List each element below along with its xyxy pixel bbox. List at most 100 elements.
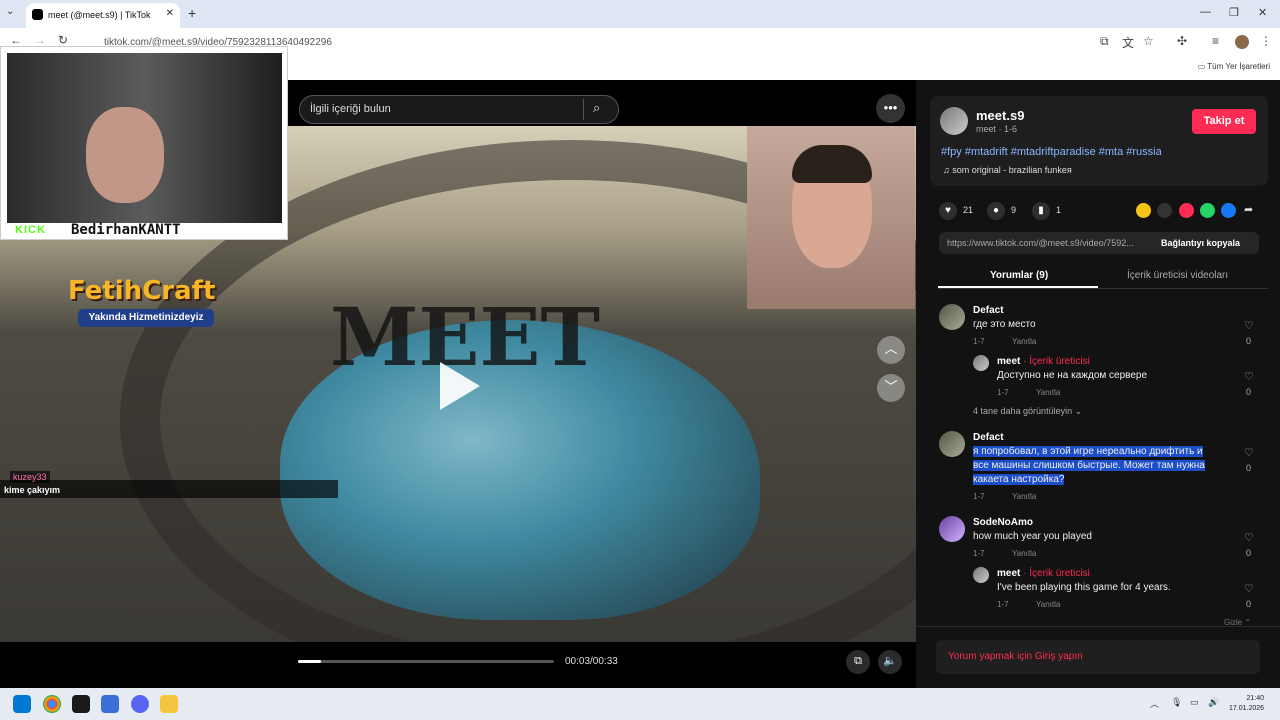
cast-icon[interactable]: ⧉ — [1100, 34, 1109, 49]
commenter-avatar[interactable] — [939, 431, 965, 457]
new-tab-button[interactable]: + — [188, 5, 196, 21]
progress-track[interactable] — [298, 660, 554, 663]
creator-hair — [792, 145, 872, 183]
speaker-icon[interactable]: 🔊 — [1208, 697, 1219, 708]
tab-comments[interactable]: Yorumlar (9) — [990, 270, 1048, 281]
whatsapp-icon[interactable] — [1200, 203, 1215, 218]
forward-icon[interactable]: → — [34, 33, 46, 47]
extensions-icon[interactable]: ✣ — [1177, 34, 1187, 48]
follow-button[interactable]: Takip et — [1192, 109, 1256, 134]
tray-chevron-icon[interactable]: ︿ — [1150, 697, 1159, 710]
reply-button[interactable]: Yanıtla — [1036, 388, 1060, 397]
hashtags[interactable]: #fpy #mtadrift #mtadriftparadise #mta #r… — [941, 146, 1162, 158]
login-to-comment[interactable]: Yorum yapmak için Giriş yapın — [948, 651, 1083, 662]
video-controls — [0, 642, 916, 688]
microphone-icon[interactable]: 🎙 — [1171, 697, 1182, 708]
streamer-webcam-overlay: KICK BedirhanKANTT — [0, 46, 288, 240]
chat-username: kuzey33 — [10, 471, 50, 483]
app-icon[interactable] — [101, 695, 119, 713]
bookmarks-folder-label: Tüm Yer İşaretleri — [1207, 62, 1270, 71]
profile-avatar[interactable] — [1235, 35, 1249, 49]
save-count: 1 — [1056, 205, 1062, 215]
search-icon[interactable]: ⌕ — [593, 100, 600, 116]
reply-avatar[interactable] — [973, 355, 989, 371]
author-name[interactable]: meet.s9 — [976, 108, 1024, 123]
tab-list-chevron-icon[interactable]: ⌄ — [6, 6, 14, 17]
reply-username[interactable]: meet · İçerik üreticisi — [997, 356, 1090, 367]
all-bookmarks-folder[interactable]: ▭ Tüm Yer İşaretleri — [1198, 62, 1270, 71]
more-options-button[interactable]: ••• — [876, 94, 905, 123]
start-windows-icon[interactable] — [13, 695, 31, 713]
search-input[interactable]: İlgili içeriği bulun — [299, 95, 619, 124]
comment-like-heart-icon[interactable]: ♡ — [1244, 531, 1254, 544]
reply-button[interactable]: Yanıtla — [1012, 337, 1036, 346]
commenter-avatar[interactable] — [939, 304, 965, 330]
close-window-icon[interactable]: ✕ — [1258, 6, 1267, 19]
chrome-icon[interactable] — [43, 695, 61, 713]
previous-video-chevron-up-icon[interactable]: ︿ — [877, 336, 905, 364]
bookmark-icon[interactable]: ▮ — [1032, 202, 1050, 220]
next-video-chevron-down-icon[interactable]: ﹀ — [877, 374, 905, 402]
author-avatar[interactable] — [940, 107, 968, 135]
streamer-name: BedirhanKANTT — [71, 222, 181, 238]
kick-logo: KICK — [15, 224, 46, 236]
kick-app-icon[interactable] — [72, 695, 90, 713]
embed-icon[interactable] — [1157, 203, 1172, 218]
reply-button[interactable]: Yanıtla — [1012, 549, 1036, 558]
reply-date: 1-7 — [997, 388, 1009, 397]
comment-username[interactable]: Defact — [973, 432, 1004, 443]
copy-link-button[interactable]: Bağlantıyı kopyala — [1161, 238, 1240, 248]
reply-avatar[interactable] — [973, 567, 989, 583]
discord-icon[interactable] — [131, 695, 149, 713]
comment-date: 1-7 — [973, 492, 985, 501]
reply-username[interactable]: meet · İçerik üreticisi — [997, 568, 1090, 579]
back-icon[interactable]: ← — [10, 33, 22, 47]
chat-message: kime çakıyım — [4, 485, 61, 495]
reply-button[interactable]: Yanıtla — [1012, 492, 1036, 501]
play-icon[interactable] — [440, 362, 480, 410]
clock-time: 21:40 — [1246, 695, 1265, 702]
tab-creator-videos[interactable]: İçerik üreticisi videoları — [1127, 270, 1228, 281]
reply-like-heart-icon[interactable]: ♡ — [1244, 582, 1254, 595]
send-icon[interactable] — [1179, 203, 1194, 218]
comment-username[interactable]: Defact — [973, 305, 1004, 316]
comment-text: где это место — [973, 319, 1036, 330]
comment-like-heart-icon[interactable]: ♡ — [1244, 319, 1254, 332]
comment-username[interactable]: SodeNoAmo — [973, 517, 1033, 528]
clock-date: 17.01.2026 — [1229, 705, 1265, 712]
network-icon[interactable]: ▭ — [1190, 697, 1199, 708]
close-tab-icon[interactable]: ✕ — [166, 8, 174, 19]
reload-icon[interactable]: ↻ — [58, 33, 68, 47]
tab-title: meet (@meet.s9) | TikTok — [48, 10, 151, 20]
like-heart-icon[interactable]: ♥ — [939, 202, 957, 220]
translate-icon[interactable]: 文 — [1122, 34, 1134, 51]
restore-icon[interactable]: ❐ — [1229, 6, 1239, 19]
volume-icon[interactable]: 🔈 — [878, 650, 902, 674]
comment-like-heart-icon[interactable]: ♡ — [1244, 446, 1254, 459]
minimize-icon[interactable]: — — [1200, 6, 1211, 18]
reply-like-heart-icon[interactable]: ♡ — [1244, 370, 1254, 383]
system-clock[interactable]: 21:40 17.01.2026 — [1229, 694, 1264, 714]
reply-button[interactable]: Yanıtla — [1036, 600, 1060, 609]
menu-kebab-icon[interactable]: ⋮ — [1260, 34, 1272, 48]
comment-icon[interactable]: ● — [987, 202, 1005, 220]
reply-like-count: 0 — [1246, 599, 1252, 609]
view-more-replies[interactable]: 4 tane daha görüntüleyin ⌄ — [973, 406, 1082, 417]
tiktok-icon — [32, 9, 43, 20]
creator-badge: · İçerik üreticisi — [1020, 356, 1090, 367]
comment-like-count: 0 — [1246, 336, 1252, 346]
repost-icon[interactable] — [1136, 203, 1151, 218]
creator-badge: · İçerik üreticisi — [1020, 568, 1090, 579]
commenter-avatar[interactable] — [939, 516, 965, 542]
progress-fill — [298, 660, 322, 663]
pip-icon[interactable]: ⧉ — [846, 650, 870, 674]
music-note-icon: ♫ — [943, 165, 953, 175]
browser-tab[interactable]: meet (@meet.s9) | TikTok ✕ — [26, 3, 180, 28]
music-link[interactable]: ♫ som original - brazilian funkея — [943, 165, 1072, 175]
comment-date: 1-7 — [973, 549, 985, 558]
tab-search-icon[interactable]: ≡ — [1212, 34, 1219, 48]
file-explorer-icon[interactable] — [160, 695, 178, 713]
facebook-icon[interactable] — [1221, 203, 1236, 218]
share-arrow-icon[interactable]: ➦ — [1244, 203, 1253, 216]
bookmark-star-icon[interactable]: ☆ — [1143, 34, 1154, 48]
